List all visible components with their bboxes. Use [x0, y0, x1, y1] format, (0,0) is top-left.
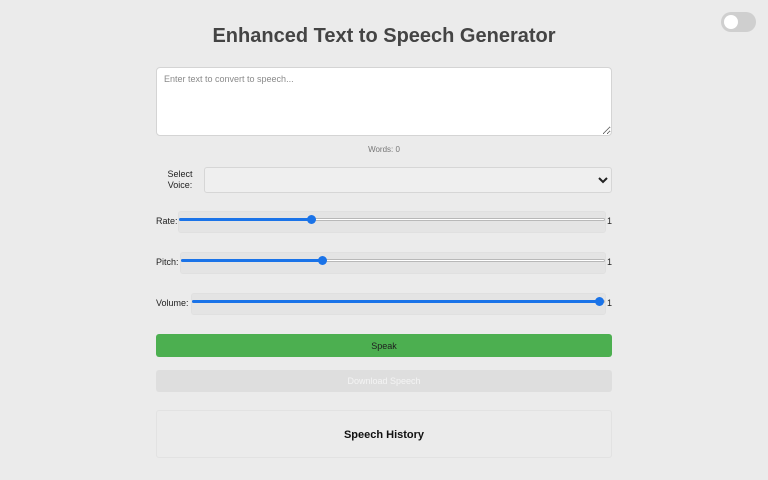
volume-slider-thumb[interactable]: [594, 297, 604, 306]
speak-button[interactable]: Speak: [156, 334, 612, 357]
rate-slider-fill: [179, 218, 312, 221]
rate-value: 1: [607, 216, 613, 226]
pitch-slider-fill: [181, 259, 323, 262]
volume-slider-row: Volume: 1: [156, 293, 612, 315]
volume-slider[interactable]: [191, 293, 606, 315]
speech-history-title: Speech History: [343, 429, 425, 441]
speech-text-input[interactable]: [156, 67, 612, 136]
speech-history-panel: Speech History: [156, 410, 612, 458]
rate-slider-thumb[interactable]: [307, 215, 317, 224]
volume-label: Volume:: [156, 298, 189, 308]
pitch-value: 1: [607, 257, 613, 267]
volume-slider-fill: [192, 300, 599, 303]
word-count: Words: 0: [368, 145, 400, 154]
voice-label: Select Voice:: [167, 169, 193, 190]
rate-slider[interactable]: [178, 211, 606, 233]
volume-value: 1: [607, 298, 613, 308]
rate-slider-row: Rate: 1: [156, 211, 612, 233]
download-speech-button[interactable]: Download Speech: [156, 370, 612, 392]
pitch-slider[interactable]: [180, 252, 606, 274]
pitch-label: Pitch:: [156, 257, 179, 267]
pitch-slider-row: Pitch: 1: [156, 252, 612, 274]
pitch-slider-thumb[interactable]: [318, 256, 328, 265]
page-title: Enhanced Text to Speech Generator: [212, 25, 556, 47]
rate-label: Rate:: [156, 216, 178, 226]
voice-select[interactable]: [204, 167, 612, 193]
